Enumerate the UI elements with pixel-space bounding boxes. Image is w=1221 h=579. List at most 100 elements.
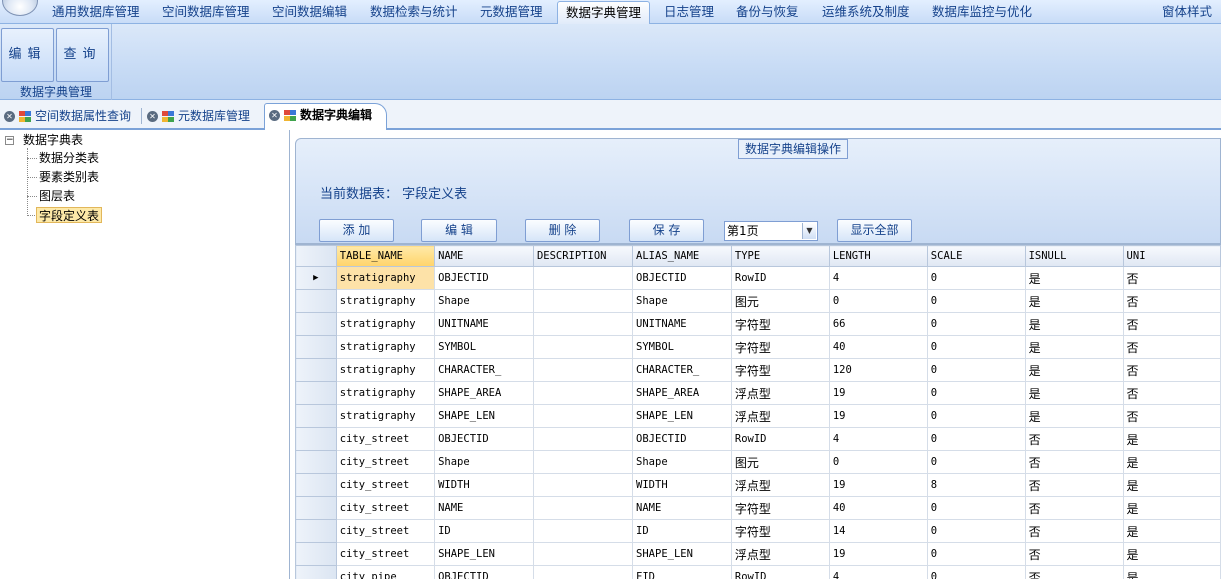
cell-length[interactable]: 0 — [828, 450, 928, 474]
cell-alias-name[interactable]: NAME — [632, 496, 732, 520]
grid-corner-cell[interactable] — [295, 245, 337, 267]
tree-item-feature-class[interactable]: 要素类别表 — [39, 169, 99, 185]
column-header-length[interactable]: LENGTH — [828, 245, 928, 267]
cell-description[interactable] — [532, 496, 634, 520]
cell-name[interactable]: SHAPE_AREA — [434, 381, 534, 405]
cell-isnull[interactable]: 否 — [1024, 519, 1124, 543]
cell-table-name[interactable]: stratigraphy — [335, 358, 436, 382]
table-row[interactable]: stratigraphy UNITNAME UNITNAME 字符型 66 0 是否 — [295, 312, 1221, 336]
cell-alias-name[interactable]: SYMBOL — [632, 335, 732, 359]
tab-metadata-db[interactable]: ✕ 元数据库管理 — [143, 105, 250, 129]
cell-scale[interactable]: 0 — [926, 335, 1026, 359]
cell-uni[interactable]: 否 — [1122, 404, 1221, 428]
cell-name[interactable]: OBJECTID — [434, 427, 534, 451]
save-button[interactable]: 保 存 — [629, 219, 704, 242]
collapse-icon[interactable]: − — [5, 136, 14, 145]
column-header-isnull[interactable]: ISNULL — [1024, 245, 1124, 267]
column-header-scale[interactable]: SCALE — [926, 245, 1026, 267]
cell-uni[interactable]: 是 — [1122, 519, 1221, 543]
cell-scale[interactable]: 0 — [926, 312, 1026, 336]
cell-alias-name[interactable]: SHAPE_LEN — [632, 404, 732, 428]
cell-uni[interactable]: 否 — [1122, 312, 1221, 336]
cell-table-name[interactable]: city_street — [335, 427, 436, 451]
cell-name[interactable]: ID — [434, 519, 534, 543]
table-row[interactable]: city_street SHAPE_LEN SHAPE_LEN 浮点型 19 0 否是 — [295, 542, 1221, 566]
cell-length[interactable]: 4 — [828, 427, 928, 451]
row-header-cell[interactable] — [295, 289, 337, 313]
cell-name[interactable]: WIDTH — [434, 473, 534, 497]
row-header-cell[interactable]: ▶ — [295, 266, 337, 290]
cell-description[interactable] — [532, 404, 634, 428]
cell-uni[interactable]: 是 — [1122, 496, 1221, 520]
cell-scale[interactable]: 0 — [926, 450, 1026, 474]
table-row[interactable]: stratigraphy Shape Shape 图元 0 0 是否 — [295, 289, 1221, 313]
cell-isnull[interactable]: 是 — [1024, 266, 1124, 290]
cell-type[interactable]: RowID — [730, 427, 830, 451]
cell-table-name[interactable]: stratigraphy — [335, 381, 436, 405]
cell-type[interactable]: RowID — [730, 266, 830, 290]
row-header-cell[interactable] — [295, 404, 337, 428]
cell-isnull[interactable]: 否 — [1024, 427, 1124, 451]
menu-search-stats[interactable]: 数据检索与统计 — [370, 0, 458, 24]
cell-name[interactable]: OBJECTID — [434, 266, 534, 290]
cell-type[interactable]: 图元 — [730, 289, 830, 313]
cell-alias-name[interactable]: UNITNAME — [632, 312, 732, 336]
table-row[interactable]: stratigraphy SHAPE_AREA SHAPE_AREA 浮点型 19 0 是否 — [295, 381, 1221, 405]
cell-uni[interactable]: 是 — [1122, 450, 1221, 474]
cell-description[interactable] — [532, 289, 634, 313]
cell-table-name[interactable]: stratigraphy — [335, 335, 436, 359]
menu-ops-system[interactable]: 运维系统及制度 — [822, 0, 910, 24]
show-all-button[interactable]: 显示全部 — [837, 219, 912, 242]
cell-description[interactable] — [532, 312, 634, 336]
cell-table-name[interactable]: city_street — [335, 473, 436, 497]
cell-isnull[interactable]: 否 — [1024, 565, 1124, 579]
menu-db-monitor[interactable]: 数据库监控与优化 — [932, 0, 1032, 24]
table-row[interactable]: stratigraphy SYMBOL SYMBOL 字符型 40 0 是否 — [295, 335, 1221, 359]
cell-uni[interactable]: 否 — [1122, 289, 1221, 313]
cell-length[interactable]: 40 — [828, 496, 928, 520]
cell-isnull[interactable]: 是 — [1024, 404, 1124, 428]
cell-description[interactable] — [532, 358, 634, 382]
cell-alias-name[interactable]: FID — [632, 565, 732, 579]
cell-scale[interactable]: 0 — [926, 404, 1026, 428]
row-header-cell[interactable] — [295, 381, 337, 405]
table-row[interactable]: city_street ID ID 字符型 14 0 否是 — [295, 519, 1221, 543]
cell-scale[interactable]: 0 — [926, 496, 1026, 520]
cell-alias-name[interactable]: CHARACTER_ — [632, 358, 732, 382]
cell-table-name[interactable]: city_street — [335, 450, 436, 474]
cell-type[interactable]: 浮点型 — [730, 381, 830, 405]
menu-log[interactable]: 日志管理 — [664, 0, 714, 24]
cell-type[interactable]: 字符型 — [730, 312, 830, 336]
row-header-cell[interactable] — [295, 473, 337, 497]
cell-type[interactable]: 字符型 — [730, 496, 830, 520]
table-row[interactable]: city_street Shape Shape 图元 0 0 否是 — [295, 450, 1221, 474]
ribbon-query-button[interactable]: 查询 — [56, 28, 109, 82]
cell-type[interactable]: 字符型 — [730, 335, 830, 359]
cell-description[interactable] — [532, 381, 634, 405]
cell-isnull[interactable]: 否 — [1024, 542, 1124, 566]
cell-description[interactable] — [532, 519, 634, 543]
tab-dictionary-edit[interactable]: ✕ 数据字典编辑 — [264, 103, 388, 130]
ribbon-edit-button[interactable]: 编辑 — [1, 28, 54, 82]
table-row[interactable]: city_street OBJECTID OBJECTID RowID 4 0 否是 — [295, 427, 1221, 451]
cell-type[interactable]: RowID — [730, 565, 830, 579]
table-row[interactable]: city_street NAME NAME 字符型 40 0 否是 — [295, 496, 1221, 520]
cell-name[interactable]: SYMBOL — [434, 335, 534, 359]
cell-scale[interactable]: 0 — [926, 358, 1026, 382]
close-icon[interactable]: ✕ — [147, 111, 158, 122]
cell-scale[interactable]: 0 — [926, 266, 1026, 290]
tree-item-layer[interactable]: 图层表 — [39, 188, 75, 204]
row-header-cell[interactable] — [295, 358, 337, 382]
cell-name[interactable]: Shape — [434, 289, 534, 313]
menu-metadata[interactable]: 元数据管理 — [480, 0, 543, 24]
row-header-cell[interactable] — [295, 312, 337, 336]
cell-length[interactable]: 14 — [828, 519, 928, 543]
menu-general-db[interactable]: 通用数据库管理 — [52, 0, 140, 24]
cell-length[interactable]: 4 — [828, 565, 928, 579]
cell-scale[interactable]: 0 — [926, 542, 1026, 566]
menu-spatial-edit[interactable]: 空间数据编辑 — [272, 0, 347, 24]
cell-length[interactable]: 19 — [828, 404, 928, 428]
cell-alias-name[interactable]: SHAPE_LEN — [632, 542, 732, 566]
table-row[interactable]: stratigraphy CHARACTER_ CHARACTER_ 字符型 120 0 是… — [295, 358, 1221, 382]
cell-type[interactable]: 图元 — [730, 450, 830, 474]
